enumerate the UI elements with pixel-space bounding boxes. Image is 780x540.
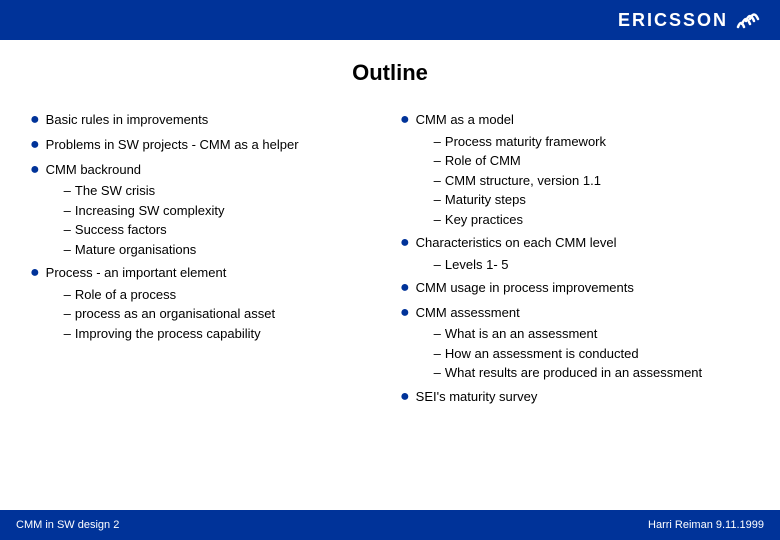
bullet-icon: ● [400, 110, 410, 131]
footer: CMM in SW design 2 Harri Reiman 9.11.199… [0, 510, 780, 540]
bullet-icon: ● [30, 160, 40, 181]
sub-list-item: –Levels 1- 5 [434, 255, 617, 275]
bullet-text: SEI's maturity survey [416, 387, 538, 407]
bullet-icon: ● [30, 110, 40, 131]
list-item: ● CMM backround –The SW crisis –Increasi… [30, 160, 380, 260]
list-item: ● Basic rules in improvements [30, 110, 380, 131]
sub-list-item: –Maturity steps [434, 190, 606, 210]
list-item: ● Problems in SW projects - CMM as a hel… [30, 135, 380, 156]
list-item: ● Process - an important element –Role o… [30, 263, 380, 343]
sub-list-item: –Mature organisations [64, 240, 225, 260]
ericsson-logo: ERICSSON [618, 9, 764, 31]
bullet-text: CMM as a model [416, 112, 514, 127]
ericsson-text: ERICSSON [618, 10, 728, 31]
list-item: ● SEI's maturity survey [400, 387, 750, 408]
sub-list: –The SW crisis –Increasing SW complexity… [64, 181, 225, 259]
sub-list-item: –What results are produced in an assessm… [434, 363, 702, 383]
sub-list-item: –Success factors [64, 220, 225, 240]
sub-list-item: –Role of a process [64, 285, 275, 305]
sub-list-item: –What is an an assessment [434, 324, 702, 344]
bullet-with-sub: CMM assessment –What is an an assessment… [416, 303, 702, 383]
list-item: ● CMM as a model –Process maturity frame… [400, 110, 750, 229]
bullet-text: Basic rules in improvements [46, 110, 209, 130]
sub-list-item: –Role of CMM [434, 151, 606, 171]
bullet-icon: ● [30, 263, 40, 284]
sub-list: –What is an an assessment –How an assess… [434, 324, 702, 383]
sub-list-item: –The SW crisis [64, 181, 225, 201]
bullet-icon: ● [400, 233, 410, 254]
sub-list-item: –Key practices [434, 210, 606, 230]
bullet-icon: ● [400, 303, 410, 324]
bullet-with-sub: CMM backround –The SW crisis –Increasing… [46, 160, 225, 260]
sub-list: –Process maturity framework –Role of CMM… [434, 132, 606, 230]
bullet-with-sub: Characteristics on each CMM level –Level… [416, 233, 617, 274]
list-item: ● Characteristics on each CMM level –Lev… [400, 233, 750, 274]
sub-list-item: –Improving the process capability [64, 324, 275, 344]
sub-list-item: –CMM structure, version 1.1 [434, 171, 606, 191]
list-item: ● CMM usage in process improvements [400, 278, 750, 299]
list-item: ● CMM assessment –What is an an assessme… [400, 303, 750, 383]
header-bar: ERICSSON [0, 0, 780, 40]
sub-list-item: –Increasing SW complexity [64, 201, 225, 221]
right-bullet-list: ● CMM as a model –Process maturity frame… [400, 110, 750, 408]
sub-list: –Levels 1- 5 [434, 255, 617, 275]
ericsson-waves-icon [736, 9, 764, 31]
bullet-icon: ● [400, 278, 410, 299]
footer-left-text: CMM in SW design 2 [16, 519, 119, 531]
left-bullet-list: ● Basic rules in improvements ● Problems… [30, 110, 380, 343]
sub-list-item: –Process maturity framework [434, 132, 606, 152]
page-title: Outline [30, 60, 750, 86]
bullet-text: Process - an important element [46, 265, 227, 280]
bullet-text: CMM assessment [416, 305, 520, 320]
footer-right-text: Harri Reiman 9.11.1999 [648, 519, 764, 531]
bullet-with-sub: CMM as a model –Process maturity framewo… [416, 110, 606, 229]
bullet-text: Characteristics on each CMM level [416, 235, 617, 250]
main-content: Outline ● Basic rules in improvements ● … [0, 40, 780, 422]
sub-list-item: –How an assessment is conducted [434, 344, 702, 364]
bullet-with-sub: Process - an important element –Role of … [46, 263, 275, 343]
right-column: ● CMM as a model –Process maturity frame… [400, 110, 750, 412]
columns-container: ● Basic rules in improvements ● Problems… [30, 110, 750, 412]
sub-list-item: –process as an organisational asset [64, 304, 275, 324]
bullet-icon: ● [30, 135, 40, 156]
bullet-icon: ● [400, 387, 410, 408]
sub-list: –Role of a process –process as an organi… [64, 285, 275, 344]
bullet-text: CMM backround [46, 162, 141, 177]
bullet-text: CMM usage in process improvements [416, 278, 634, 298]
left-column: ● Basic rules in improvements ● Problems… [30, 110, 380, 412]
bullet-text: Problems in SW projects - CMM as a helpe… [46, 135, 299, 155]
